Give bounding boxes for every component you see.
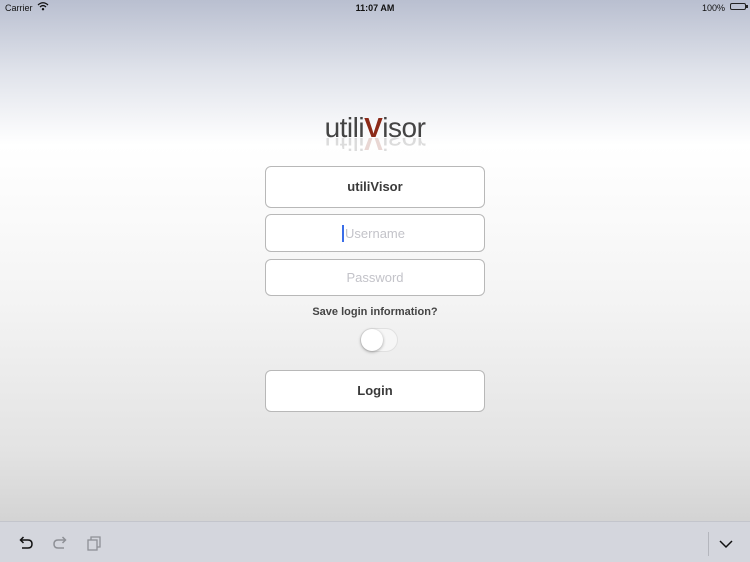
battery-percentage: 100% <box>701 3 725 13</box>
paste-icon[interactable] <box>85 534 103 552</box>
battery-icon <box>730 3 748 10</box>
redo-icon[interactable] <box>51 534 69 552</box>
password-input[interactable] <box>266 260 484 295</box>
login-button[interactable]: Login <box>265 370 485 412</box>
username-field[interactable] <box>265 214 485 252</box>
status-bar: Carrier 11:07 AM 100% <box>0 0 750 15</box>
status-time: 11:07 AM <box>355 3 395 13</box>
password-field[interactable] <box>265 259 485 296</box>
keyboard-shortcut-bar <box>0 521 750 562</box>
username-input[interactable] <box>266 215 484 251</box>
toggle-knob <box>361 329 383 351</box>
undo-icon[interactable] <box>17 534 35 552</box>
save-login-toggle[interactable] <box>360 328 398 352</box>
text-caret <box>342 225 344 242</box>
toolbar-divider <box>708 532 709 556</box>
logo-reflection: utiliVisor <box>324 138 426 156</box>
save-login-label: Save login information? <box>312 306 438 318</box>
company-field[interactable]: utiliVisor <box>265 166 485 208</box>
dismiss-keyboard-icon[interactable] <box>717 534 735 552</box>
